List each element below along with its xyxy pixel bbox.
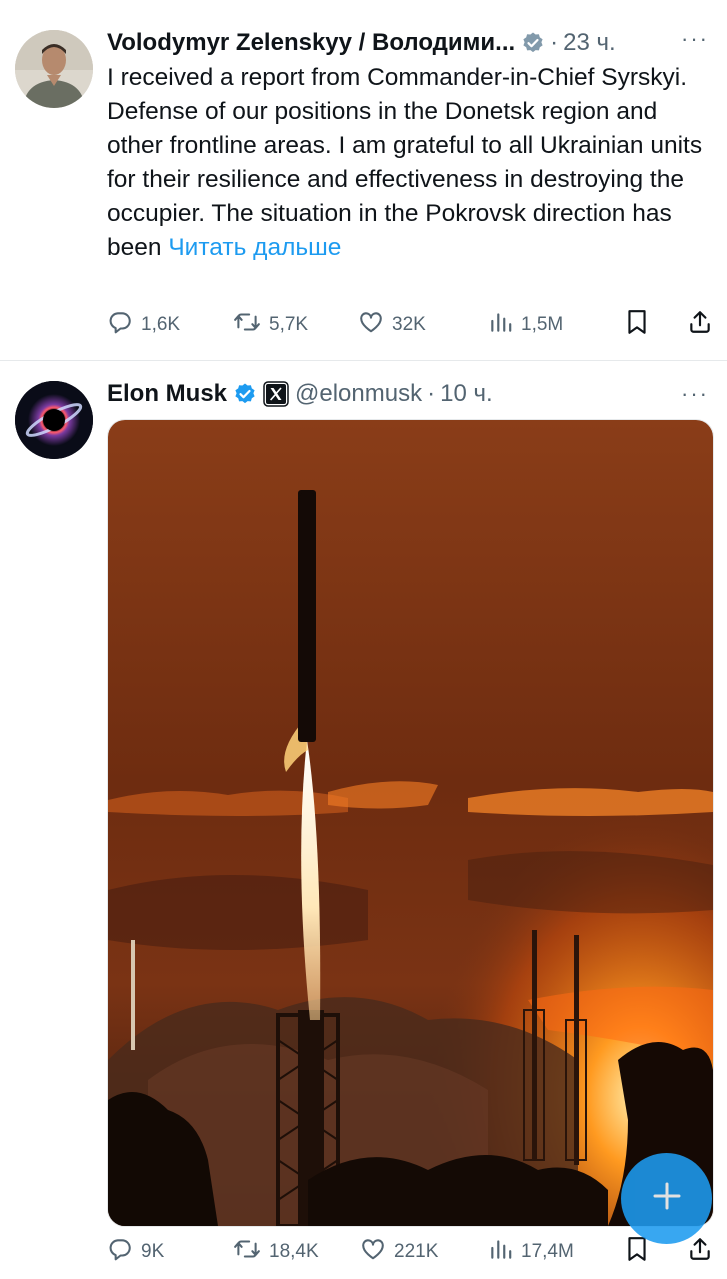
repost-button[interactable]: 18,4K xyxy=(233,1236,360,1268)
like-count: 221K xyxy=(394,1241,439,1262)
tweet-zelenskyy[interactable]: Volodymyr Zelenskyy / Володими... · 23 ч… xyxy=(0,0,727,361)
avatar-elon-musk[interactable] xyxy=(15,381,93,459)
views-icon xyxy=(489,1236,513,1268)
like-button[interactable]: 32K xyxy=(358,309,489,341)
share-button[interactable] xyxy=(687,1236,711,1268)
repost-icon xyxy=(233,1236,261,1268)
reply-icon xyxy=(107,309,133,341)
verified-gov-badge-icon xyxy=(521,31,545,55)
tweet-text[interactable]: I received a report from Commander-in-Ch… xyxy=(107,61,712,265)
tweet-time[interactable]: 23 ч. xyxy=(563,29,616,57)
tweet-text-line: Defense of our positions in the Donetsk … xyxy=(107,95,712,265)
plus-icon xyxy=(652,1181,682,1216)
author-name[interactable]: Volodymyr Zelenskyy / Володими... xyxy=(107,29,515,57)
tweet-text-line: I received a report from Commander-in-Ch… xyxy=(107,64,688,91)
repost-count: 5,7K xyxy=(269,314,309,335)
tweet-actions: 1,6K 5,7K 32K 1,5M xyxy=(107,307,712,343)
separator-dot: · xyxy=(427,380,436,407)
views-button[interactable]: 17,4M xyxy=(489,1236,625,1268)
reply-icon xyxy=(107,1236,133,1268)
views-button[interactable]: 1,5M xyxy=(489,309,625,341)
reply-count: 1,6K xyxy=(141,314,181,335)
views-icon xyxy=(489,309,513,341)
heart-icon xyxy=(360,1236,386,1268)
share-button[interactable] xyxy=(687,309,711,341)
bookmark-icon xyxy=(625,1235,649,1269)
author-handle[interactable]: @elonmusk xyxy=(295,380,422,408)
verified-badge-icon xyxy=(233,382,257,406)
tweet-time[interactable]: 10 ч. xyxy=(440,380,493,408)
views-count: 1,5M xyxy=(521,314,564,335)
avatar-zelenskyy[interactable] xyxy=(15,30,93,108)
read-more-link[interactable]: Читать дальше xyxy=(168,234,341,261)
bookmark-icon xyxy=(625,308,649,342)
repost-icon xyxy=(233,309,261,341)
bookmark-button[interactable] xyxy=(625,308,687,342)
separator-dot: · xyxy=(550,29,559,56)
more-options-icon[interactable]: ··· xyxy=(681,381,709,407)
like-button[interactable]: 221K xyxy=(360,1236,489,1268)
reply-count: 9K xyxy=(141,1241,165,1262)
reply-button[interactable]: 1,6K xyxy=(107,309,233,341)
tweet-actions: 9K 18,4K 221K 17,4M xyxy=(107,1234,712,1270)
repost-button[interactable]: 5,7K xyxy=(233,309,358,341)
share-icon xyxy=(687,1236,713,1268)
repost-count: 18,4K xyxy=(269,1241,319,1262)
heart-icon xyxy=(358,309,384,341)
compose-button[interactable] xyxy=(621,1153,712,1244)
more-options-icon[interactable]: ··· xyxy=(681,26,709,52)
tweet-elon-musk[interactable]: Elon Musk @elonmusk · 10 ч. ··· 9K 18,4K… xyxy=(0,361,727,1279)
like-count: 32K xyxy=(392,314,426,335)
reply-button[interactable]: 9K xyxy=(107,1236,233,1268)
views-count: 17,4M xyxy=(521,1241,574,1262)
tweet-header: Volodymyr Zelenskyy / Володими... · 23 ч… xyxy=(107,26,709,60)
x-logo-icon xyxy=(263,381,289,407)
author-name[interactable]: Elon Musk xyxy=(107,380,227,408)
share-icon xyxy=(687,309,713,341)
tweet-header: Elon Musk @elonmusk · 10 ч. xyxy=(107,377,709,411)
tweet-image-rocket-launch[interactable] xyxy=(107,419,714,1227)
